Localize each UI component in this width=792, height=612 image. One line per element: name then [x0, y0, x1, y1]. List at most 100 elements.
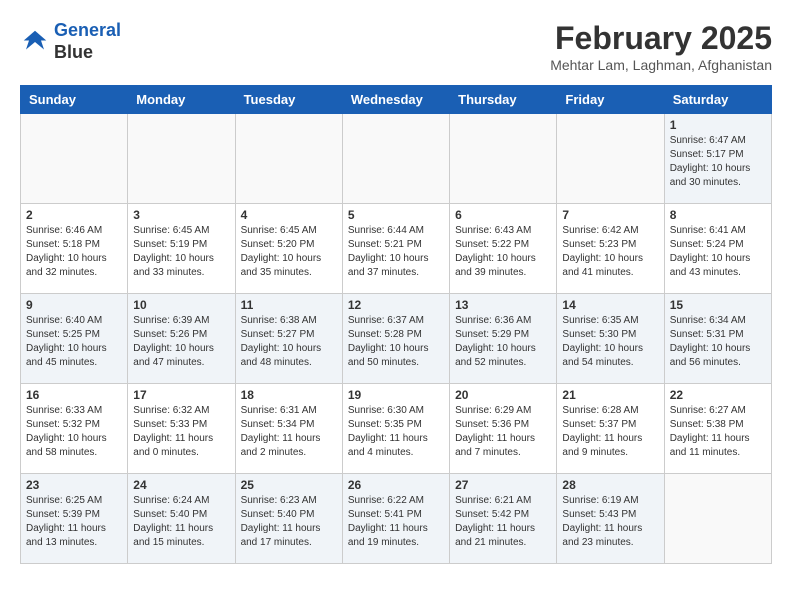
day-number: 20	[455, 388, 551, 402]
day-number: 11	[241, 298, 337, 312]
calendar-cell: 26 Sunrise: 6:22 AM Sunset: 5:41 PM Dayli…	[342, 474, 449, 564]
calendar-cell: 17Sunrise: 6:32 AM Sunset: 5:33 PM Dayli…	[128, 384, 235, 474]
day-info: Sunrise: 6:47 AM Sunset: 5:17 PM Dayligh…	[670, 134, 766, 190]
day-info: Sunrise: 6:44 AM Sunset: 5:21 PM Dayligh…	[348, 224, 444, 280]
calendar-header-row: SundayMondayTuesdayWednesdayThursdayFrid…	[21, 86, 772, 114]
calendar-header-monday: Monday	[128, 86, 235, 114]
day-number: 28	[562, 478, 658, 492]
calendar-cell: 10Sunrise: 6:39 AM Sunset: 5:26 PM Dayli…	[128, 294, 235, 384]
calendar-cell: 18 Sunrise: 6:31 AM Sunset: 5:34 PM Dayli…	[235, 384, 342, 474]
day-info: Sunrise: 6:25 AM Sunset: 5:39 PM Dayligh…	[26, 494, 122, 550]
calendar-cell	[450, 114, 557, 204]
calendar-cell: 7 Sunrise: 6:42 AM Sunset: 5:23 PM Daylig…	[557, 204, 664, 294]
day-number: 15	[670, 298, 766, 312]
day-number: 12	[348, 298, 444, 312]
calendar-cell	[557, 114, 664, 204]
calendar-cell: 6 Sunrise: 6:43 AM Sunset: 5:22 PM Daylig…	[450, 204, 557, 294]
calendar-cell	[664, 474, 771, 564]
calendar-cell: 2 Sunrise: 6:46 AM Sunset: 5:18 PM Daylig…	[21, 204, 128, 294]
day-info: Sunrise: 6:41 AM Sunset: 5:24 PM Dayligh…	[670, 224, 766, 280]
day-info: Sunrise: 6:34 AM Sunset: 5:31 PM Dayligh…	[670, 314, 766, 370]
location: Mehtar Lam, Laghman, Afghanistan	[550, 57, 772, 73]
day-number: 2	[26, 208, 122, 222]
calendar-cell: 3Sunrise: 6:45 AM Sunset: 5:19 PM Daylig…	[128, 204, 235, 294]
calendar-cell: 4Sunrise: 6:45 AM Sunset: 5:20 PM Daylig…	[235, 204, 342, 294]
day-info: Sunrise: 6:28 AM Sunset: 5:37 PM Dayligh…	[562, 404, 658, 460]
calendar-cell: 9 Sunrise: 6:40 AM Sunset: 5:25 PM Daylig…	[21, 294, 128, 384]
calendar-week-row: 1Sunrise: 6:47 AM Sunset: 5:17 PM Daylig…	[21, 114, 772, 204]
calendar-cell: 21 Sunrise: 6:28 AM Sunset: 5:37 PM Dayli…	[557, 384, 664, 474]
day-info: Sunrise: 6:38 AM Sunset: 5:27 PM Dayligh…	[241, 314, 337, 370]
month-title: February 2025	[550, 20, 772, 57]
day-info: Sunrise: 6:31 AM Sunset: 5:34 PM Dayligh…	[241, 404, 337, 460]
calendar-cell: 11 Sunrise: 6:38 AM Sunset: 5:27 PM Dayli…	[235, 294, 342, 384]
day-info: Sunrise: 6:43 AM Sunset: 5:22 PM Dayligh…	[455, 224, 551, 280]
day-info: Sunrise: 6:40 AM Sunset: 5:25 PM Dayligh…	[26, 314, 122, 370]
calendar-header-wednesday: Wednesday	[342, 86, 449, 114]
calendar-table: SundayMondayTuesdayWednesdayThursdayFrid…	[20, 85, 772, 564]
calendar-week-row: 16 Sunrise: 6:33 AM Sunset: 5:32 PM Dayli…	[21, 384, 772, 474]
calendar-cell	[128, 114, 235, 204]
calendar-cell: 19 Sunrise: 6:30 AM Sunset: 5:35 PM Dayli…	[342, 384, 449, 474]
calendar-cell	[21, 114, 128, 204]
day-number: 24	[133, 478, 229, 492]
day-info: Sunrise: 6:42 AM Sunset: 5:23 PM Dayligh…	[562, 224, 658, 280]
calendar-cell: 15 Sunrise: 6:34 AM Sunset: 5:31 PM Dayli…	[664, 294, 771, 384]
calendar-week-row: 9 Sunrise: 6:40 AM Sunset: 5:25 PM Daylig…	[21, 294, 772, 384]
day-number: 6	[455, 208, 551, 222]
day-number: 26	[348, 478, 444, 492]
calendar-cell	[342, 114, 449, 204]
calendar-cell: 14 Sunrise: 6:35 AM Sunset: 5:30 PM Dayli…	[557, 294, 664, 384]
calendar-cell: 23 Sunrise: 6:25 AM Sunset: 5:39 PM Dayli…	[21, 474, 128, 564]
day-number: 14	[562, 298, 658, 312]
calendar-cell: 22Sunrise: 6:27 AM Sunset: 5:38 PM Dayli…	[664, 384, 771, 474]
calendar-cell: 27 Sunrise: 6:21 AM Sunset: 5:42 PM Dayli…	[450, 474, 557, 564]
day-number: 9	[26, 298, 122, 312]
day-number: 19	[348, 388, 444, 402]
day-info: Sunrise: 6:29 AM Sunset: 5:36 PM Dayligh…	[455, 404, 551, 460]
day-number: 27	[455, 478, 551, 492]
page-header: GeneralBlue February 2025 Mehtar Lam, La…	[20, 20, 772, 73]
calendar-cell: 24Sunrise: 6:24 AM Sunset: 5:40 PM Dayli…	[128, 474, 235, 564]
calendar-cell: 25 Sunrise: 6:23 AM Sunset: 5:40 PM Dayli…	[235, 474, 342, 564]
calendar-header-tuesday: Tuesday	[235, 86, 342, 114]
day-info: Sunrise: 6:39 AM Sunset: 5:26 PM Dayligh…	[133, 314, 229, 370]
calendar-header-friday: Friday	[557, 86, 664, 114]
day-info: Sunrise: 6:30 AM Sunset: 5:35 PM Dayligh…	[348, 404, 444, 460]
calendar-header-saturday: Saturday	[664, 86, 771, 114]
day-info: Sunrise: 6:37 AM Sunset: 5:28 PM Dayligh…	[348, 314, 444, 370]
calendar-week-row: 2 Sunrise: 6:46 AM Sunset: 5:18 PM Daylig…	[21, 204, 772, 294]
calendar-cell: 12 Sunrise: 6:37 AM Sunset: 5:28 PM Dayli…	[342, 294, 449, 384]
day-number: 25	[241, 478, 337, 492]
logo-icon	[20, 27, 50, 57]
calendar-cell: 1Sunrise: 6:47 AM Sunset: 5:17 PM Daylig…	[664, 114, 771, 204]
day-number: 7	[562, 208, 658, 222]
day-info: Sunrise: 6:36 AM Sunset: 5:29 PM Dayligh…	[455, 314, 551, 370]
day-info: Sunrise: 6:32 AM Sunset: 5:33 PM Dayligh…	[133, 404, 229, 460]
day-info: Sunrise: 6:21 AM Sunset: 5:42 PM Dayligh…	[455, 494, 551, 550]
day-number: 23	[26, 478, 122, 492]
day-info: Sunrise: 6:23 AM Sunset: 5:40 PM Dayligh…	[241, 494, 337, 550]
logo: GeneralBlue	[20, 20, 121, 63]
day-number: 8	[670, 208, 766, 222]
calendar-week-row: 23 Sunrise: 6:25 AM Sunset: 5:39 PM Dayli…	[21, 474, 772, 564]
day-number: 13	[455, 298, 551, 312]
calendar-header-thursday: Thursday	[450, 86, 557, 114]
title-block: February 2025 Mehtar Lam, Laghman, Afgha…	[550, 20, 772, 73]
calendar-cell: 28Sunrise: 6:19 AM Sunset: 5:43 PM Dayli…	[557, 474, 664, 564]
calendar-cell	[235, 114, 342, 204]
calendar-cell: 13 Sunrise: 6:36 AM Sunset: 5:29 PM Dayli…	[450, 294, 557, 384]
day-number: 18	[241, 388, 337, 402]
day-info: Sunrise: 6:33 AM Sunset: 5:32 PM Dayligh…	[26, 404, 122, 460]
day-number: 22	[670, 388, 766, 402]
day-number: 21	[562, 388, 658, 402]
day-number: 16	[26, 388, 122, 402]
calendar-header-sunday: Sunday	[21, 86, 128, 114]
day-info: Sunrise: 6:45 AM Sunset: 5:19 PM Dayligh…	[133, 224, 229, 280]
day-info: Sunrise: 6:35 AM Sunset: 5:30 PM Dayligh…	[562, 314, 658, 370]
day-info: Sunrise: 6:22 AM Sunset: 5:41 PM Dayligh…	[348, 494, 444, 550]
day-info: Sunrise: 6:46 AM Sunset: 5:18 PM Dayligh…	[26, 224, 122, 280]
day-number: 5	[348, 208, 444, 222]
calendar-cell: 16 Sunrise: 6:33 AM Sunset: 5:32 PM Dayli…	[21, 384, 128, 474]
day-number: 4	[241, 208, 337, 222]
